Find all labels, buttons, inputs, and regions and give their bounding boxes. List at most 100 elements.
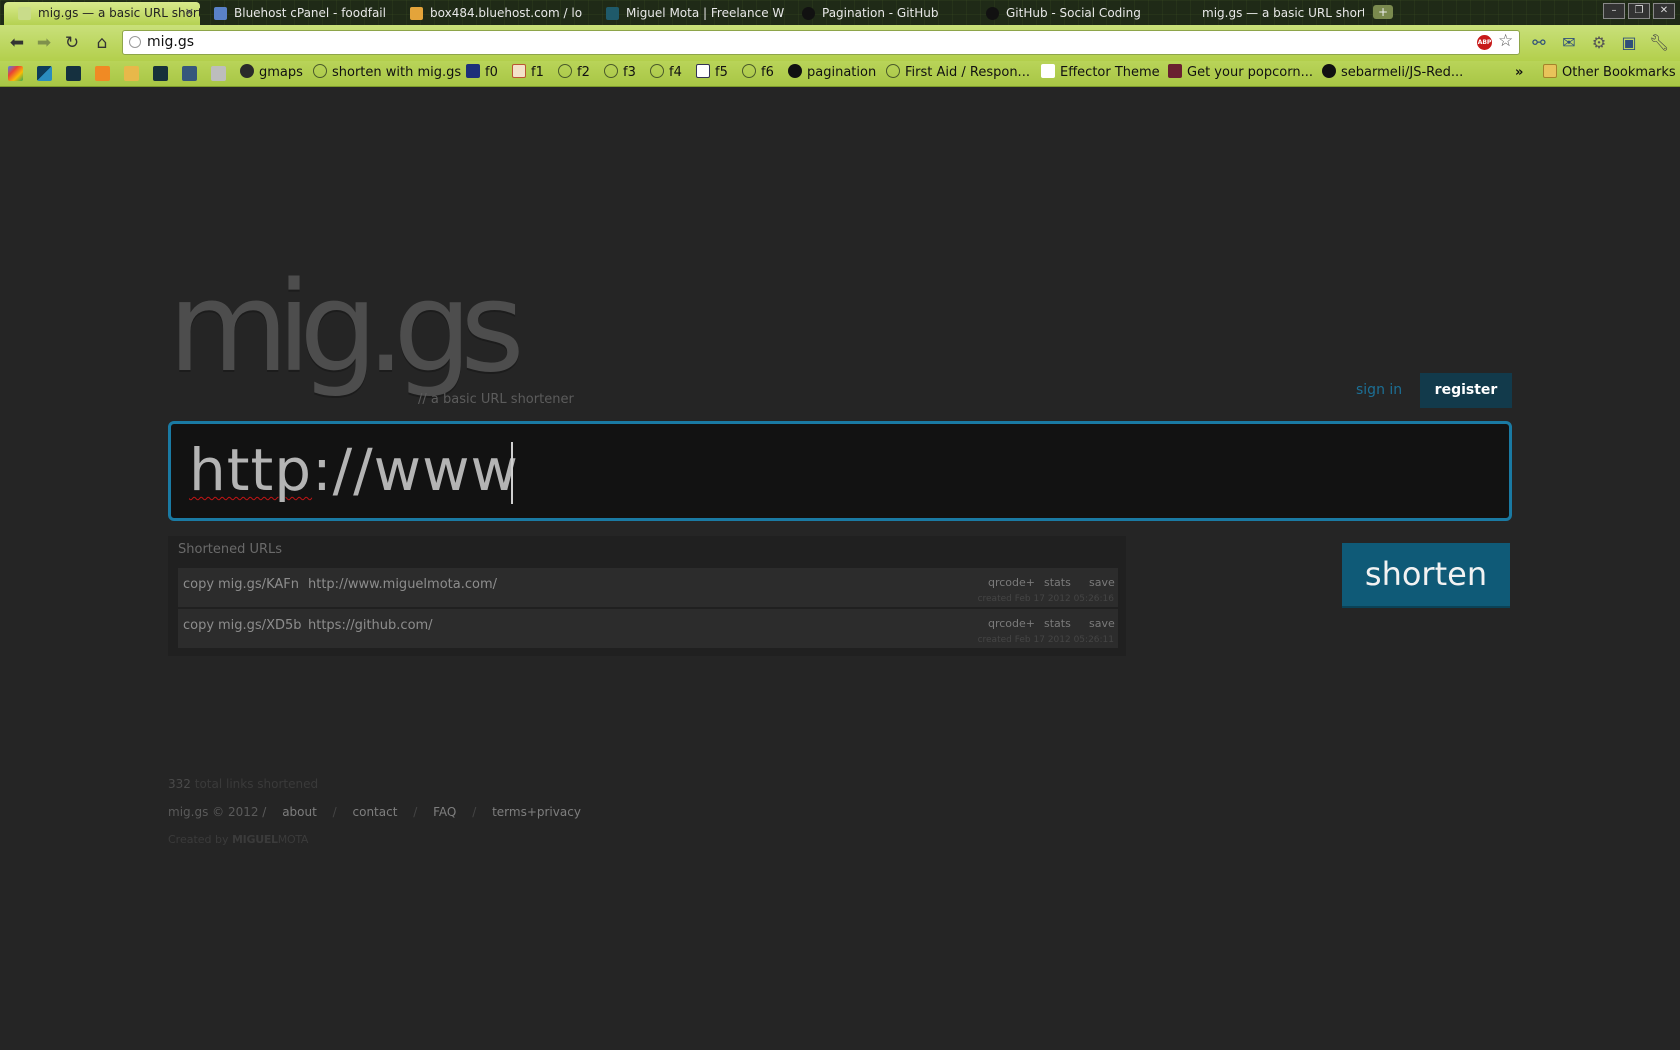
- author-link[interactable]: MIGUELMOTA: [232, 833, 308, 846]
- save-link[interactable]: save: [1089, 617, 1115, 630]
- tab-miggs-2[interactable]: mig.gs — a basic URL short: [1168, 2, 1364, 25]
- author-last: MOTA: [277, 833, 309, 846]
- copy-link[interactable]: copy: [183, 618, 214, 633]
- bookmark-effector[interactable]: Effector Theme: [1041, 64, 1160, 82]
- bookmark-f6[interactable]: f6: [742, 64, 774, 82]
- tab-title: Miguel Mota | Freelance W: [626, 6, 785, 20]
- copy-link[interactable]: copy: [183, 577, 214, 592]
- tab-pagination[interactable]: Pagination - GitHub: [788, 2, 984, 25]
- close-window-button[interactable]: ✕: [1653, 3, 1675, 19]
- xampp-icon[interactable]: [95, 66, 110, 81]
- github-icon: [986, 7, 999, 20]
- back-arrow-icon[interactable]: ⬅: [7, 33, 27, 53]
- restore-button[interactable]: ❐: [1628, 3, 1650, 19]
- url-input-rest: ://www: [312, 436, 519, 504]
- new-tab-button[interactable]: +: [1373, 5, 1393, 19]
- faq-link[interactable]: FAQ: [433, 805, 456, 819]
- address-url: mig.gs: [147, 34, 195, 50]
- long-url[interactable]: http://www.miguelmota.com/: [308, 577, 497, 592]
- footer-separator: /: [472, 805, 477, 819]
- site-tagline: // a basic URL shortener: [418, 392, 574, 407]
- drive-icon[interactable]: [211, 66, 226, 81]
- other-bookmarks[interactable]: Other Bookmarks: [1543, 64, 1676, 82]
- google-icon[interactable]: [8, 66, 23, 81]
- reload-icon[interactable]: ↻: [62, 33, 82, 53]
- bookmark-popcorn[interactable]: Get your popcorn...: [1168, 64, 1313, 82]
- bookmark-sebarmeli[interactable]: sebarmeli/JS-Red...: [1322, 64, 1463, 82]
- bookmark-f5[interactable]: f5: [696, 64, 728, 82]
- qrcode-link[interactable]: qrcode+: [988, 576, 1035, 589]
- forward-arrow-icon[interactable]: ➡: [34, 33, 54, 53]
- tab-title: mig.gs — a basic URL short: [1202, 6, 1364, 20]
- short-url[interactable]: mig.gs/KAFn: [218, 577, 299, 592]
- globe-icon: [604, 64, 618, 78]
- wordpress-icon: [240, 64, 254, 78]
- bookmark-first-aid[interactable]: First Aid / Respon...: [886, 64, 1030, 82]
- tumblr-icon[interactable]: [182, 66, 197, 81]
- list-item: copy mig.gs/KAFn http://www.miguelmota.c…: [178, 568, 1118, 607]
- extension-network-icon[interactable]: ⚯: [1529, 33, 1549, 53]
- bookmark-shorten[interactable]: shorten with mig.gs: [313, 64, 461, 82]
- bookmark-label: f3: [623, 65, 636, 80]
- register-button[interactable]: register: [1420, 373, 1512, 408]
- bookmark-pagination[interactable]: pagination: [788, 64, 876, 82]
- settings-gear-icon[interactable]: ⚙: [1589, 33, 1609, 53]
- wrench-icon[interactable]: 🔧︎: [1649, 33, 1669, 53]
- long-url[interactable]: https://github.com/: [308, 618, 433, 633]
- site-logo[interactable]: mig.gs: [168, 266, 525, 390]
- url-input[interactable]: http://www: [168, 421, 1512, 521]
- minimize-button[interactable]: –: [1603, 3, 1625, 19]
- home-icon[interactable]: ⌂: [92, 33, 112, 53]
- bookmark-app-icon[interactable]: [37, 66, 52, 81]
- links-count-label: total links shortened: [194, 777, 319, 791]
- created-timestamp: created Feb 17 2012 05:26:16: [977, 594, 1114, 604]
- tab-bluehost[interactable]: Bluehost cPanel - foodfail: [200, 2, 396, 25]
- tab-title: mig.gs — a basic URL short: [38, 6, 200, 20]
- spellcheck-word: http: [189, 436, 313, 504]
- tab-miguelmota[interactable]: Miguel Mota | Freelance W: [592, 2, 788, 25]
- qrcode-link[interactable]: qrcode+: [988, 617, 1035, 630]
- bookmark-f4[interactable]: f4: [650, 64, 682, 82]
- footer-separator: /: [332, 805, 337, 819]
- tab-github[interactable]: GitHub - Social Coding: [972, 2, 1168, 25]
- mail-icon[interactable]: ✉: [1559, 33, 1579, 53]
- about-link[interactable]: about: [282, 805, 317, 819]
- tab-phpmyadmin[interactable]: box484.bluehost.com / lo: [396, 2, 592, 25]
- shorten-button[interactable]: shorten: [1342, 543, 1510, 608]
- bookmark-f2[interactable]: f2: [558, 64, 590, 82]
- bookmark-label: f5: [715, 65, 728, 80]
- tab-miggs[interactable]: mig.gs — a basic URL short ✕: [4, 2, 200, 25]
- stats-link[interactable]: stats: [1044, 617, 1071, 630]
- adblock-icon[interactable]: ABP: [1477, 35, 1492, 50]
- sign-in-link[interactable]: sign in: [1356, 382, 1402, 398]
- bookmark-app-icon[interactable]: [66, 66, 81, 81]
- bookmark-gmaps[interactable]: gmaps: [240, 64, 303, 82]
- contact-link[interactable]: contact: [353, 805, 398, 819]
- bookmark-f3[interactable]: f3: [604, 64, 636, 82]
- bookmark-app-icon[interactable]: [153, 66, 168, 81]
- pma-icon[interactable]: [124, 66, 139, 81]
- bookmarks-overflow-icon[interactable]: »: [1515, 64, 1523, 82]
- bookmark-label: Effector Theme: [1060, 65, 1160, 80]
- globe-icon: [742, 64, 756, 78]
- bookmark-star-icon[interactable]: ☆: [1498, 31, 1513, 51]
- screen-capture-icon[interactable]: ▣: [1619, 33, 1639, 53]
- terms-link[interactable]: terms+privacy: [492, 805, 581, 819]
- close-icon[interactable]: ✕: [185, 2, 194, 24]
- save-link[interactable]: save: [1089, 576, 1115, 589]
- bookmark-label: f4: [669, 65, 682, 80]
- tab-title: GitHub - Social Coding: [1006, 6, 1141, 20]
- list-item: copy mig.gs/XD5b https://github.com/ qrc…: [178, 609, 1118, 648]
- copyright: mig.gs © 2012 /: [168, 805, 267, 819]
- stats-link[interactable]: stats: [1044, 576, 1071, 589]
- url-input-value: http://www: [189, 436, 519, 504]
- bookmark-f1[interactable]: f1: [512, 64, 544, 82]
- mm-icon: [606, 7, 619, 20]
- address-bar[interactable]: mig.gs: [122, 30, 1520, 55]
- created-by-label: Created by: [168, 833, 229, 846]
- bookmark-f0[interactable]: f0: [466, 64, 498, 82]
- tab-strip: mig.gs — a basic URL short ✕ Bluehost cP…: [0, 0, 1680, 25]
- effector-icon: [1041, 64, 1055, 78]
- short-url[interactable]: mig.gs/XD5b: [218, 618, 302, 633]
- globe-icon: [650, 64, 664, 78]
